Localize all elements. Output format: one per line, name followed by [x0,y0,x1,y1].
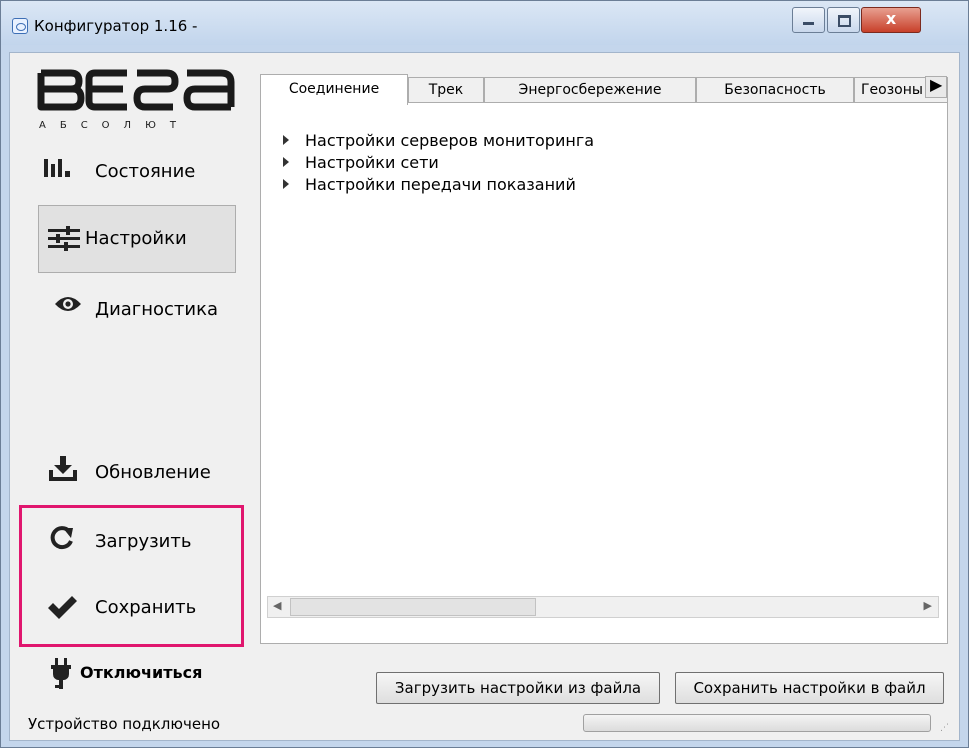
sliders-icon [48,226,80,251]
download-icon [49,456,77,481]
sidebar-item-label: Состояние [95,161,196,182]
tree-item-readings-transfer[interactable]: Настройки передачи показаний [283,175,576,194]
status-text: Устройство подключено [28,715,221,733]
eye-icon [55,297,81,311]
bar-chart-icon [44,159,70,177]
tree-item-network[interactable]: Настройки сети [283,153,439,172]
logo-subtitle: АБСОЛЮТ [39,120,190,131]
sidebar-item-update[interactable]: Обновление [40,453,230,493]
sidebar-item-label: Настройки [85,228,187,249]
sidebar-item-label: Загрузить [95,531,192,552]
refresh-icon [50,526,73,550]
client-area: АБСОЛЮТ Состояние Настройки Диагностика … [9,52,960,741]
close-button[interactable]: x [861,7,921,33]
sidebar-item-state[interactable]: Состояние [40,153,230,193]
tree-item-label: Настройки серверов мониторинга [305,131,595,150]
sidebar-item-settings[interactable]: Настройки [38,205,236,273]
tree-item-monitoring-servers[interactable]: Настройки серверов мониторинга [283,131,594,150]
disconnect-button[interactable]: Отключиться [40,656,230,696]
maximize-button[interactable] [827,7,860,33]
expand-arrow-icon [283,135,289,145]
tree-item-label: Настройки передачи показаний [305,175,576,194]
tab-security[interactable]: Безопасность [696,77,854,103]
minimize-button[interactable] [792,7,825,33]
scrollbar-thumb[interactable] [290,598,536,616]
save-to-file-button[interactable]: Сохранить настройки в файл [675,672,944,704]
scroll-right-icon[interactable]: ▶ [924,599,932,612]
sidebar-item-diagnostics[interactable]: Диагностика [40,291,230,331]
app-window: Конфигуратор 1.16 - x АБСОЛЮТ Состояние … [0,0,969,748]
chevron-right-icon: ▶ [930,75,943,94]
tab-power-saving[interactable]: Энергосбережение [484,77,696,103]
close-icon: x [885,9,897,28]
vega-logo: АБСОЛЮТ [37,68,237,131]
settings-panel: Настройки серверов мониторинга Настройки… [260,102,948,644]
sidebar-item-label: Обновление [95,462,211,483]
logo-mark [37,69,235,111]
disconnect-label: Отключиться [80,663,203,682]
plug-icon [51,658,71,689]
window-title: Конфигуратор 1.16 - [34,17,198,35]
expand-arrow-icon [283,179,289,189]
sidebar-item-label: Сохранить [95,597,197,618]
progress-bar [583,714,931,732]
checkmark-icon [48,596,77,619]
scroll-left-icon[interactable]: ◀ [273,599,281,612]
tab-connection[interactable]: Соединение [260,74,408,105]
sidebar-item-load[interactable]: Загрузить [40,521,230,561]
tab-scroll-button[interactable]: ▶ [925,75,947,98]
tab-track[interactable]: Трек [408,77,484,103]
resize-grip-icon[interactable]: ⋰ [940,723,949,733]
sidebar-item-label: Диагностика [95,299,219,320]
load-from-file-button[interactable]: Загрузить настройки из файла [376,672,660,704]
app-icon [12,18,28,34]
sidebar-item-save[interactable]: Сохранить [40,590,230,630]
title-bar[interactable]: Конфигуратор 1.16 - x [1,1,968,45]
tree-item-label: Настройки сети [305,153,439,172]
expand-arrow-icon [283,157,289,167]
horizontal-scrollbar[interactable]: ◀ ▶ [267,596,939,618]
